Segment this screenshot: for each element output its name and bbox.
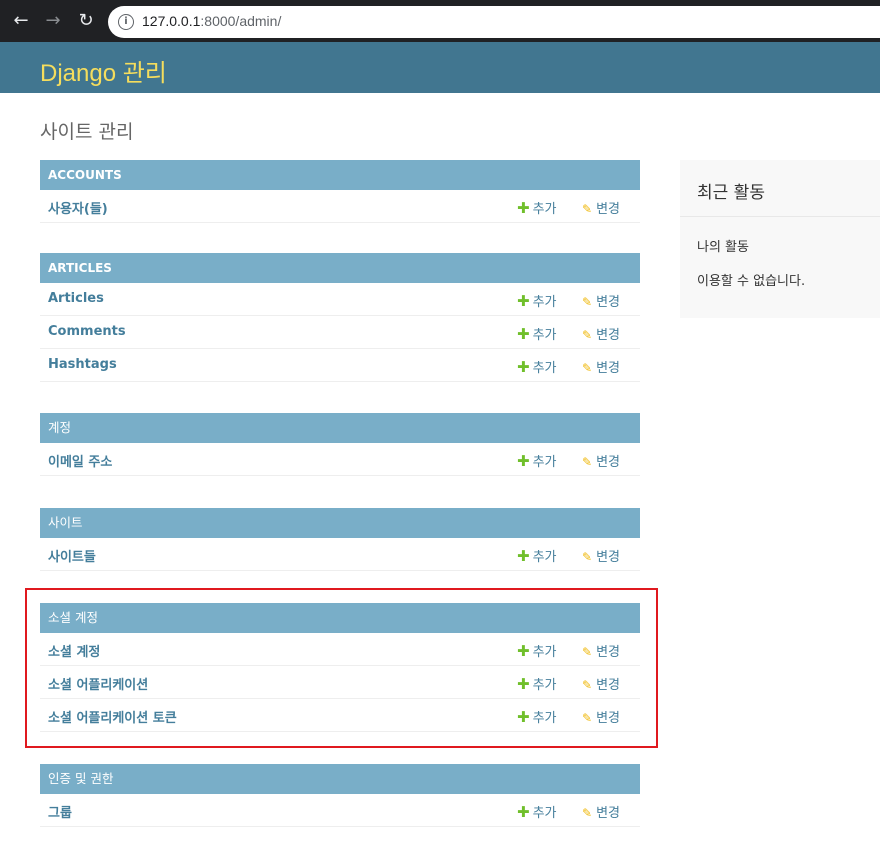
module-caption[interactable]: 계정 xyxy=(40,413,640,443)
change-label: 변경 xyxy=(596,295,620,310)
model-link[interactable]: 이메일 주소 xyxy=(48,451,112,470)
plus-icon: ✚ xyxy=(517,325,530,343)
table-row: Articles ✚ 추가 ✎ 변경 xyxy=(40,283,640,316)
plus-icon: ✚ xyxy=(517,452,530,470)
plus-icon: ✚ xyxy=(517,292,530,310)
add-label: 추가 xyxy=(532,295,557,310)
module-caption[interactable]: 인증 및 권한 xyxy=(40,764,640,794)
table-row: Comments ✚ 추가 ✎ 변경 xyxy=(40,316,640,349)
module-articles: ARTICLES Articles ✚ 추가 ✎ 변경 Comments ✚ 추가 ✎… xyxy=(40,253,640,382)
table-row: 이메일 주소 ✚ 추가 ✎ 변경 xyxy=(40,443,640,476)
pencil-icon: ✎ xyxy=(582,550,593,564)
change-link[interactable]: ✎ 변경 xyxy=(582,546,620,565)
change-label: 변경 xyxy=(596,328,620,343)
my-actions-heading: 나의 활동 xyxy=(697,240,749,255)
table-row: Hashtags ✚ 추가 ✎ 변경 xyxy=(40,349,640,382)
change-link[interactable]: ✎ 변경 xyxy=(582,802,620,821)
model-link[interactable]: Hashtags xyxy=(48,357,117,372)
url-path: :8000/admin/ xyxy=(200,13,282,29)
model-link[interactable]: Comments xyxy=(48,324,126,339)
change-label: 변경 xyxy=(596,202,620,217)
change-link[interactable]: ✎ 변경 xyxy=(582,198,620,217)
add-link[interactable]: ✚ 추가 xyxy=(517,802,557,821)
add-label: 추가 xyxy=(532,455,557,470)
change-label: 변경 xyxy=(596,550,620,565)
url-host: 127.0.0.1 xyxy=(142,13,201,29)
recent-actions-panel: 최근 활동 나의 활동 이용할 수 없습니다. xyxy=(680,160,880,318)
add-label: 추가 xyxy=(532,202,557,217)
empty-message: 이용할 수 없습니다. xyxy=(697,274,806,289)
change-link[interactable]: ✎ 변경 xyxy=(582,324,620,343)
change-link[interactable]: ✎ 변경 xyxy=(582,451,620,470)
add-link[interactable]: ✚ 추가 xyxy=(517,324,557,343)
add-link[interactable]: ✚ 추가 xyxy=(517,546,557,565)
change-link[interactable]: ✎ 변경 xyxy=(582,357,620,376)
module-caption[interactable]: ACCOUNTS xyxy=(40,160,640,190)
model-link[interactable]: Articles xyxy=(48,291,104,306)
info-icon[interactable]: i xyxy=(118,14,134,30)
module-caption[interactable]: ARTICLES xyxy=(40,253,640,283)
model-link[interactable]: 사용자(들) xyxy=(48,198,108,217)
add-label: 추가 xyxy=(532,361,557,376)
module-caption[interactable]: 사이트 xyxy=(40,508,640,538)
add-link[interactable]: ✚ 추가 xyxy=(517,198,557,217)
pencil-icon: ✎ xyxy=(582,806,593,820)
pencil-icon: ✎ xyxy=(582,295,593,309)
recent-actions-title: 최근 활동 xyxy=(697,183,765,203)
add-label: 추가 xyxy=(532,550,557,565)
page-title: 사이트 관리 xyxy=(40,121,134,143)
divider xyxy=(680,216,880,217)
pencil-icon: ✎ xyxy=(582,328,593,342)
pencil-icon: ✎ xyxy=(582,361,593,375)
site-header: Django 관리 xyxy=(0,42,880,93)
change-label: 변경 xyxy=(596,806,620,821)
pencil-icon: ✎ xyxy=(582,455,593,469)
arrow-right-icon[interactable]: → xyxy=(41,9,65,33)
reload-icon[interactable]: ↻ xyxy=(74,9,98,33)
add-label: 추가 xyxy=(532,328,557,343)
module-sites: 사이트 사이트들 ✚ 추가 ✎ 변경 xyxy=(40,508,640,571)
url-text[interactable]: 127.0.0.1:8000/admin/ xyxy=(142,13,281,29)
site-brand[interactable]: Django 관리 xyxy=(40,53,167,88)
plus-icon: ✚ xyxy=(517,547,530,565)
add-link[interactable]: ✚ 추가 xyxy=(517,451,557,470)
pencil-icon: ✎ xyxy=(582,202,593,216)
add-link[interactable]: ✚ 추가 xyxy=(517,291,557,310)
plus-icon: ✚ xyxy=(517,803,530,821)
table-row: 사이트들 ✚ 추가 ✎ 변경 xyxy=(40,538,640,571)
plus-icon: ✚ xyxy=(517,358,530,376)
arrow-left-icon[interactable]: ← xyxy=(9,9,33,33)
address-bar[interactable]: i 127.0.0.1:8000/admin/ xyxy=(108,6,880,38)
add-link[interactable]: ✚ 추가 xyxy=(517,357,557,376)
model-link[interactable]: 그룹 xyxy=(48,802,72,821)
change-link[interactable]: ✎ 변경 xyxy=(582,291,620,310)
browser-toolbar: ← → ↻ i 127.0.0.1:8000/admin/ xyxy=(0,0,880,42)
module-auth: 인증 및 권한 그룹 ✚ 추가 ✎ 변경 xyxy=(40,764,640,827)
module-accounts: ACCOUNTS 사용자(들) ✚ 추가 ✎ 변경 xyxy=(40,160,640,223)
plus-icon: ✚ xyxy=(517,199,530,217)
change-label: 변경 xyxy=(596,361,620,376)
add-label: 추가 xyxy=(532,806,557,821)
model-link[interactable]: 사이트들 xyxy=(48,546,96,565)
table-row: 그룹 ✚ 추가 ✎ 변경 xyxy=(40,794,640,827)
highlight-box xyxy=(25,588,658,748)
module-account: 계정 이메일 주소 ✚ 추가 ✎ 변경 xyxy=(40,413,640,476)
change-label: 변경 xyxy=(596,455,620,470)
table-row: 사용자(들) ✚ 추가 ✎ 변경 xyxy=(40,190,640,223)
